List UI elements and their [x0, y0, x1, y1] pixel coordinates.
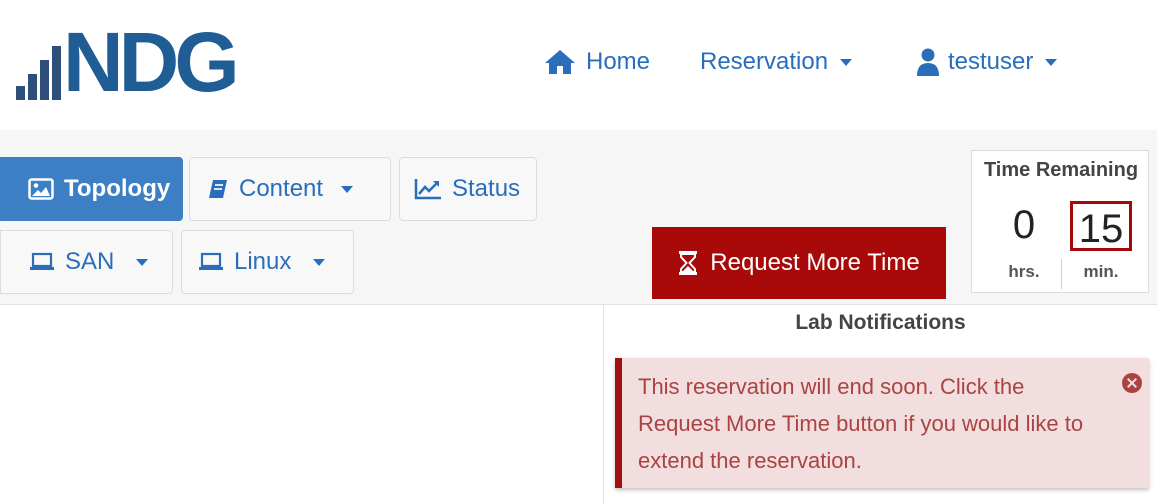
tab-status[interactable]: Status: [399, 157, 537, 221]
minutes-label: min.: [1083, 262, 1119, 281]
logo-bars-icon: [16, 46, 61, 102]
chevron-down-icon: [1045, 58, 1058, 66]
minutes-value: 15: [1078, 207, 1124, 251]
notification-alert: This reservation will end soon. Click th…: [615, 358, 1149, 488]
image-icon: [28, 178, 54, 200]
tab-content[interactable]: Content: [189, 157, 391, 221]
request-more-time-button[interactable]: Request More Time: [652, 227, 946, 299]
timer-divider: [1061, 259, 1062, 289]
chevron-down-icon: [136, 258, 149, 266]
header: NDG Home Reservation testuser: [0, 0, 1157, 130]
logo-text: NDG: [63, 15, 240, 109]
nav-user-label: testuser: [948, 48, 1034, 75]
tab-linux-label: Linux: [234, 248, 292, 275]
chevron-down-icon: [313, 258, 326, 266]
user-icon: [917, 48, 939, 76]
laptop-icon: [199, 252, 223, 270]
tab-status-label: Status: [452, 175, 521, 202]
nav-home-label: Home: [586, 48, 651, 75]
time-remaining-panel: Time Remaining 0 15 hrs. min.: [971, 150, 1149, 293]
nav-reservation[interactable]: Reservation: [700, 44, 853, 80]
laptop-icon: [30, 252, 54, 270]
nav-home[interactable]: Home: [544, 44, 650, 80]
home-icon: [545, 50, 575, 74]
chevron-down-icon: [341, 185, 354, 193]
close-icon[interactable]: [1122, 373, 1142, 393]
nav-reservation-label: Reservation: [700, 48, 829, 75]
tab-linux[interactable]: Linux: [181, 230, 354, 294]
lab-notifications-title: Lab Notifications: [795, 311, 966, 334]
tab-topology-label: Topology: [64, 175, 171, 202]
chevron-down-icon: [840, 58, 853, 66]
hours-value: 0: [1012, 203, 1036, 247]
tab-topology[interactable]: Topology: [0, 157, 183, 221]
nav-user[interactable]: testuser: [916, 44, 1058, 80]
minutes-box: 15: [1070, 201, 1132, 251]
hours-label: hrs.: [1008, 262, 1040, 281]
hourglass-icon: [679, 251, 698, 275]
request-more-time-label: Request More Time: [710, 249, 920, 276]
tab-san-label: SAN: [65, 248, 115, 275]
time-remaining-title: Time Remaining: [983, 159, 1139, 181]
ndg-logo[interactable]: NDG: [16, 15, 240, 109]
tab-content-label: Content: [239, 175, 324, 202]
tab-san[interactable]: SAN: [0, 230, 173, 294]
book-icon: [209, 180, 227, 198]
chart-line-icon: [414, 179, 441, 200]
alert-message: This reservation will end soon. Click th…: [638, 374, 1084, 473]
